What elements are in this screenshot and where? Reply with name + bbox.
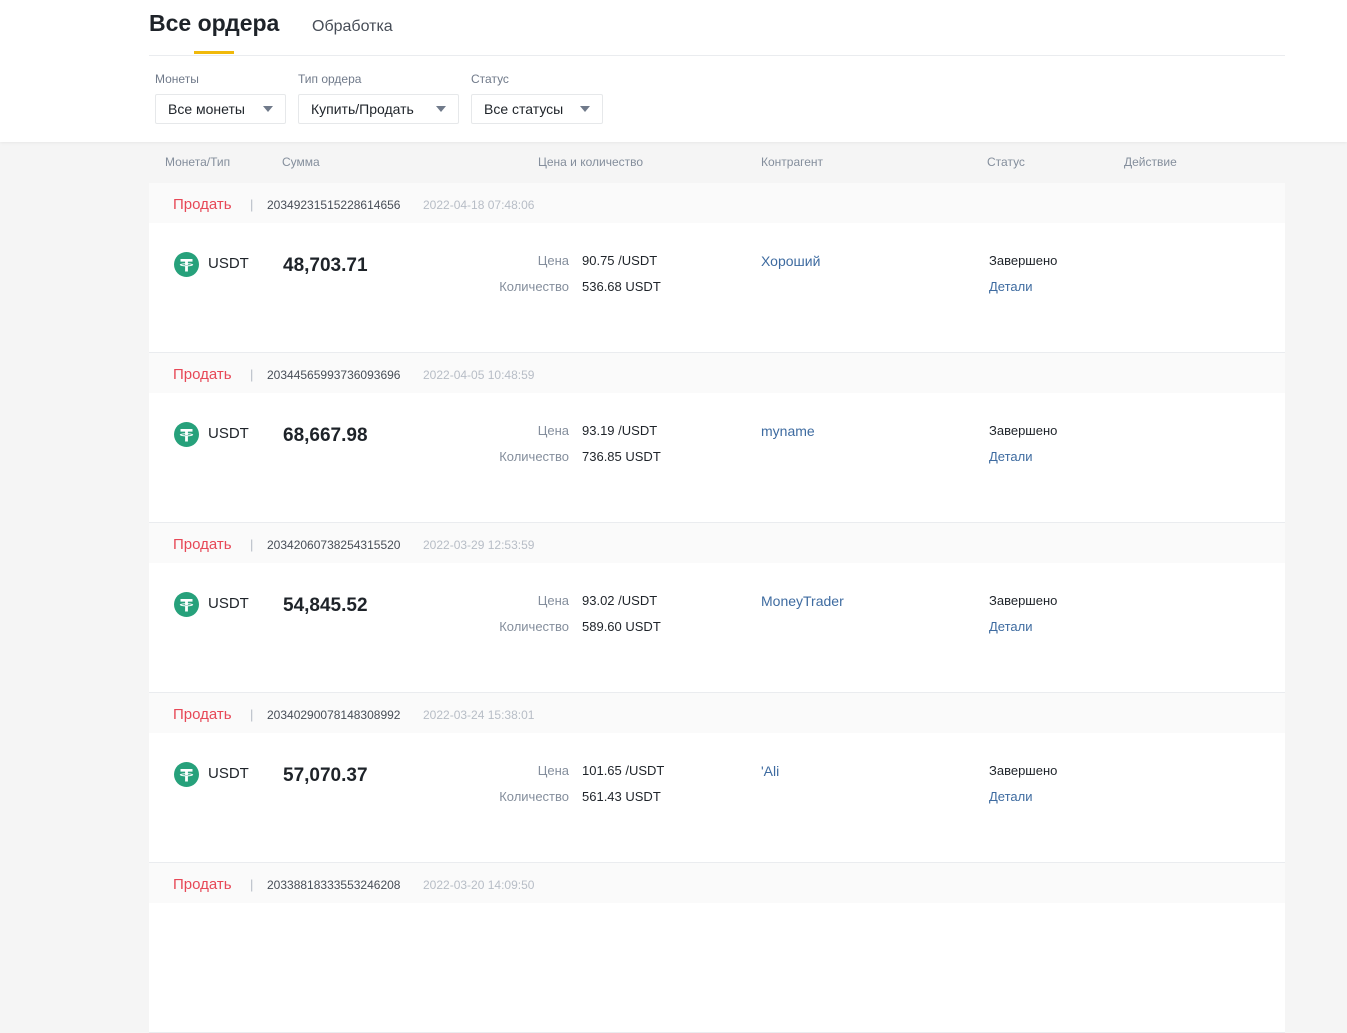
separator: | bbox=[250, 367, 254, 382]
order-id: 20338818333553246208 bbox=[267, 878, 401, 892]
price-value: 90.75 /USDT bbox=[582, 253, 658, 268]
order-header: Продать | 20338818333553246208 2022-03-2… bbox=[149, 863, 1285, 903]
order-status: Завершено bbox=[989, 423, 1058, 438]
quantity-label: Количество bbox=[499, 619, 569, 634]
order-id: 20344565993736093696 bbox=[267, 368, 401, 382]
quantity-value: 589.60 USDT bbox=[582, 619, 661, 634]
order-time: 2022-04-05 10:48:59 bbox=[423, 368, 535, 382]
price-value: 101.65 /USDT bbox=[582, 763, 665, 778]
separator: | bbox=[250, 877, 254, 892]
order-side[interactable]: Продать bbox=[173, 366, 232, 383]
tab-all-orders[interactable]: Все ордера bbox=[149, 10, 279, 37]
price-label: Цена bbox=[537, 593, 569, 608]
tab-processing[interactable]: Обработка bbox=[312, 18, 393, 36]
column-price-qty: Цена и количество bbox=[538, 155, 644, 169]
order-row: Продать | 20344565993736093696 2022-04-0… bbox=[149, 353, 1285, 523]
caret-down-icon bbox=[263, 106, 273, 112]
quantity-value: 561.43 USDT bbox=[582, 789, 661, 804]
price-label: Цена bbox=[537, 253, 569, 268]
price-value: 93.02 /USDT bbox=[582, 593, 658, 608]
order-side[interactable]: Продать bbox=[173, 536, 232, 553]
order-time: 2022-04-18 07:48:06 bbox=[423, 198, 535, 212]
details-link[interactable]: Детали bbox=[989, 619, 1033, 634]
filter-coins-label: Монеты bbox=[155, 72, 199, 86]
caret-down-icon bbox=[436, 106, 446, 112]
coin-name: USDT bbox=[208, 765, 249, 782]
order-amount: 54,845.52 bbox=[283, 595, 368, 616]
quantity-value: 736.85 USDT bbox=[582, 449, 661, 464]
separator: | bbox=[250, 707, 254, 722]
quantity-label: Количество bbox=[499, 789, 569, 804]
quantity-label: Количество bbox=[499, 449, 569, 464]
caret-down-icon bbox=[580, 106, 590, 112]
filter-order-type-label: Тип ордера bbox=[298, 72, 362, 86]
column-counterparty: Контрагент bbox=[761, 155, 824, 169]
order-row: Продать | 20340290078148308992 2022-03-2… bbox=[149, 693, 1285, 863]
coin-name: USDT bbox=[208, 425, 249, 442]
coin-name: USDT bbox=[208, 595, 249, 612]
order-side[interactable]: Продать bbox=[173, 196, 232, 213]
quantity-label: Количество bbox=[499, 279, 569, 294]
order-header: Продать | 20344565993736093696 2022-04-0… bbox=[149, 353, 1285, 393]
counterparty-link[interactable]: 'Ali bbox=[761, 763, 779, 779]
usdt-icon bbox=[174, 252, 199, 277]
coins-select-value: Все монеты bbox=[168, 101, 245, 117]
order-header: Продать | 20342060738254315520 2022-03-2… bbox=[149, 523, 1285, 563]
status-select-value: Все статусы bbox=[484, 101, 564, 117]
order-status: Завершено bbox=[989, 253, 1058, 268]
header-panel: Все ордера Обработка Монеты Все монеты Т… bbox=[0, 0, 1347, 142]
order-type-select-value: Купить/Продать bbox=[311, 101, 414, 117]
filter-status-label: Статус bbox=[471, 72, 509, 86]
details-link[interactable]: Детали bbox=[989, 449, 1033, 464]
orders-list: Продать | 20349231515228614656 2022-04-1… bbox=[149, 183, 1285, 1033]
order-status: Завершено bbox=[989, 593, 1058, 608]
details-link[interactable]: Детали bbox=[989, 789, 1033, 804]
column-action: Действие bbox=[1124, 155, 1177, 169]
price-label: Цена bbox=[537, 763, 569, 778]
coin-name: USDT bbox=[208, 255, 249, 272]
price-label: Цена bbox=[537, 423, 569, 438]
column-status: Статус bbox=[987, 155, 1025, 169]
active-tab-indicator bbox=[194, 51, 234, 54]
order-amount: 57,070.37 bbox=[283, 765, 368, 786]
filter-order-type: Тип ордера Купить/Продать bbox=[298, 72, 459, 124]
usdt-icon bbox=[174, 422, 199, 447]
separator: | bbox=[250, 537, 254, 552]
order-side[interactable]: Продать bbox=[173, 876, 232, 893]
order-row: Продать | 20349231515228614656 2022-04-1… bbox=[149, 183, 1285, 353]
order-id: 20349231515228614656 bbox=[267, 198, 401, 212]
order-type-select[interactable]: Купить/Продать bbox=[298, 94, 459, 124]
order-header: Продать | 20340290078148308992 2022-03-2… bbox=[149, 693, 1285, 733]
status-select[interactable]: Все статусы bbox=[471, 94, 603, 124]
filter-coins: Монеты Все монеты bbox=[155, 72, 286, 124]
price-value: 93.19 /USDT bbox=[582, 423, 658, 438]
details-link[interactable]: Детали bbox=[989, 279, 1033, 294]
usdt-icon bbox=[174, 592, 199, 617]
separator: | bbox=[250, 197, 254, 212]
counterparty-link[interactable]: myname bbox=[761, 423, 815, 439]
order-id: 20340290078148308992 bbox=[267, 708, 401, 722]
order-status: Завершено bbox=[989, 763, 1058, 778]
order-side[interactable]: Продать bbox=[173, 706, 232, 723]
filter-status: Статус Все статусы bbox=[471, 72, 603, 124]
order-time: 2022-03-20 14:09:50 bbox=[423, 878, 535, 892]
counterparty-link[interactable]: Хороший bbox=[761, 253, 820, 269]
order-time: 2022-03-29 12:53:59 bbox=[423, 538, 535, 552]
order-amount: 68,667.98 bbox=[283, 425, 368, 446]
column-coin-type: Монета/Тип bbox=[165, 155, 231, 169]
order-time: 2022-03-24 15:38:01 bbox=[423, 708, 535, 722]
column-headers: Монета/Тип Сумма Цена и количество Контр… bbox=[149, 155, 1285, 171]
order-row: Продать | 20342060738254315520 2022-03-2… bbox=[149, 523, 1285, 693]
quantity-value: 536.68 USDT bbox=[582, 279, 661, 294]
tab-bar: Все ордера Обработка bbox=[149, 0, 1285, 56]
order-id: 20342060738254315520 bbox=[267, 538, 401, 552]
order-header: Продать | 20349231515228614656 2022-04-1… bbox=[149, 183, 1285, 223]
column-amount: Сумма bbox=[282, 155, 320, 169]
usdt-icon bbox=[174, 762, 199, 787]
coins-select[interactable]: Все монеты bbox=[155, 94, 286, 124]
order-amount: 48,703.71 bbox=[283, 255, 368, 276]
counterparty-link[interactable]: MoneyTrader bbox=[761, 593, 844, 609]
